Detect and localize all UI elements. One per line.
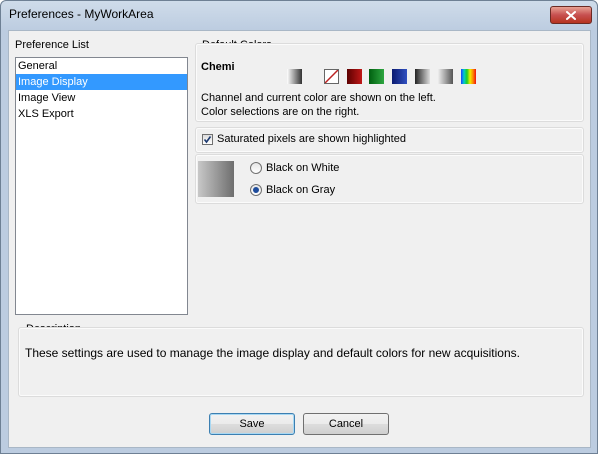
preferences-window: Preferences - MyWorkArea Preference List… <box>0 0 598 454</box>
swatch-light-gray-gradient[interactable] <box>438 69 453 84</box>
black-on-white-label: Black on White <box>266 162 340 174</box>
list-item-xls-export[interactable]: XLS Export <box>16 106 187 122</box>
swatch-none[interactable] <box>324 69 339 84</box>
list-item-image-view[interactable]: Image View <box>16 90 187 106</box>
colors-note-line2: Color selections are on the right. <box>201 106 360 118</box>
swatch-rainbow[interactable] <box>461 69 476 84</box>
swatch-dark-gray-gradient[interactable] <box>415 69 430 84</box>
title-bar[interactable]: Preferences - MyWorkArea <box>1 1 597 28</box>
description-text: These settings are used to manage the im… <box>25 346 520 360</box>
black-on-white-radio[interactable] <box>250 162 262 174</box>
close-button[interactable] <box>550 6 592 24</box>
list-item-image-display[interactable]: Image Display <box>16 74 187 90</box>
list-item-general[interactable]: General <box>16 58 187 74</box>
cancel-button[interactable]: Cancel <box>303 413 389 435</box>
dialog-body: Preference List General Image Display Im… <box>8 30 591 448</box>
current-color-swatch <box>287 69 302 84</box>
preference-list-label: Preference List <box>15 39 89 51</box>
swatch-blue[interactable] <box>392 69 407 84</box>
background-panel: Black on White Black on Gray <box>195 154 584 204</box>
swatch-red[interactable] <box>347 69 362 84</box>
black-on-gray-radio[interactable] <box>250 184 262 196</box>
save-button[interactable]: Save <box>209 413 295 435</box>
black-on-gray-label: Black on Gray <box>266 184 336 196</box>
default-colors-panel: Chemi Channel and current color are show… <box>195 43 584 122</box>
close-icon <box>566 10 576 20</box>
swatch-green[interactable] <box>369 69 384 84</box>
no-color-icon <box>324 69 339 84</box>
description-panel: These settings are used to manage the im… <box>18 327 584 397</box>
channel-name: Chemi <box>201 61 235 73</box>
window-title: Preferences - MyWorkArea <box>9 7 154 21</box>
saturated-panel: Saturated pixels are shown highlighted <box>195 127 584 153</box>
checkmark-icon <box>203 136 212 144</box>
saturated-checkbox[interactable] <box>202 134 213 145</box>
preference-list[interactable]: General Image Display Image View XLS Exp… <box>15 57 188 315</box>
colors-note-line1: Channel and current color are shown on t… <box>201 92 436 104</box>
radio-dot-icon <box>253 187 259 193</box>
saturated-label: Saturated pixels are shown highlighted <box>217 133 406 145</box>
background-preview <box>198 161 234 197</box>
